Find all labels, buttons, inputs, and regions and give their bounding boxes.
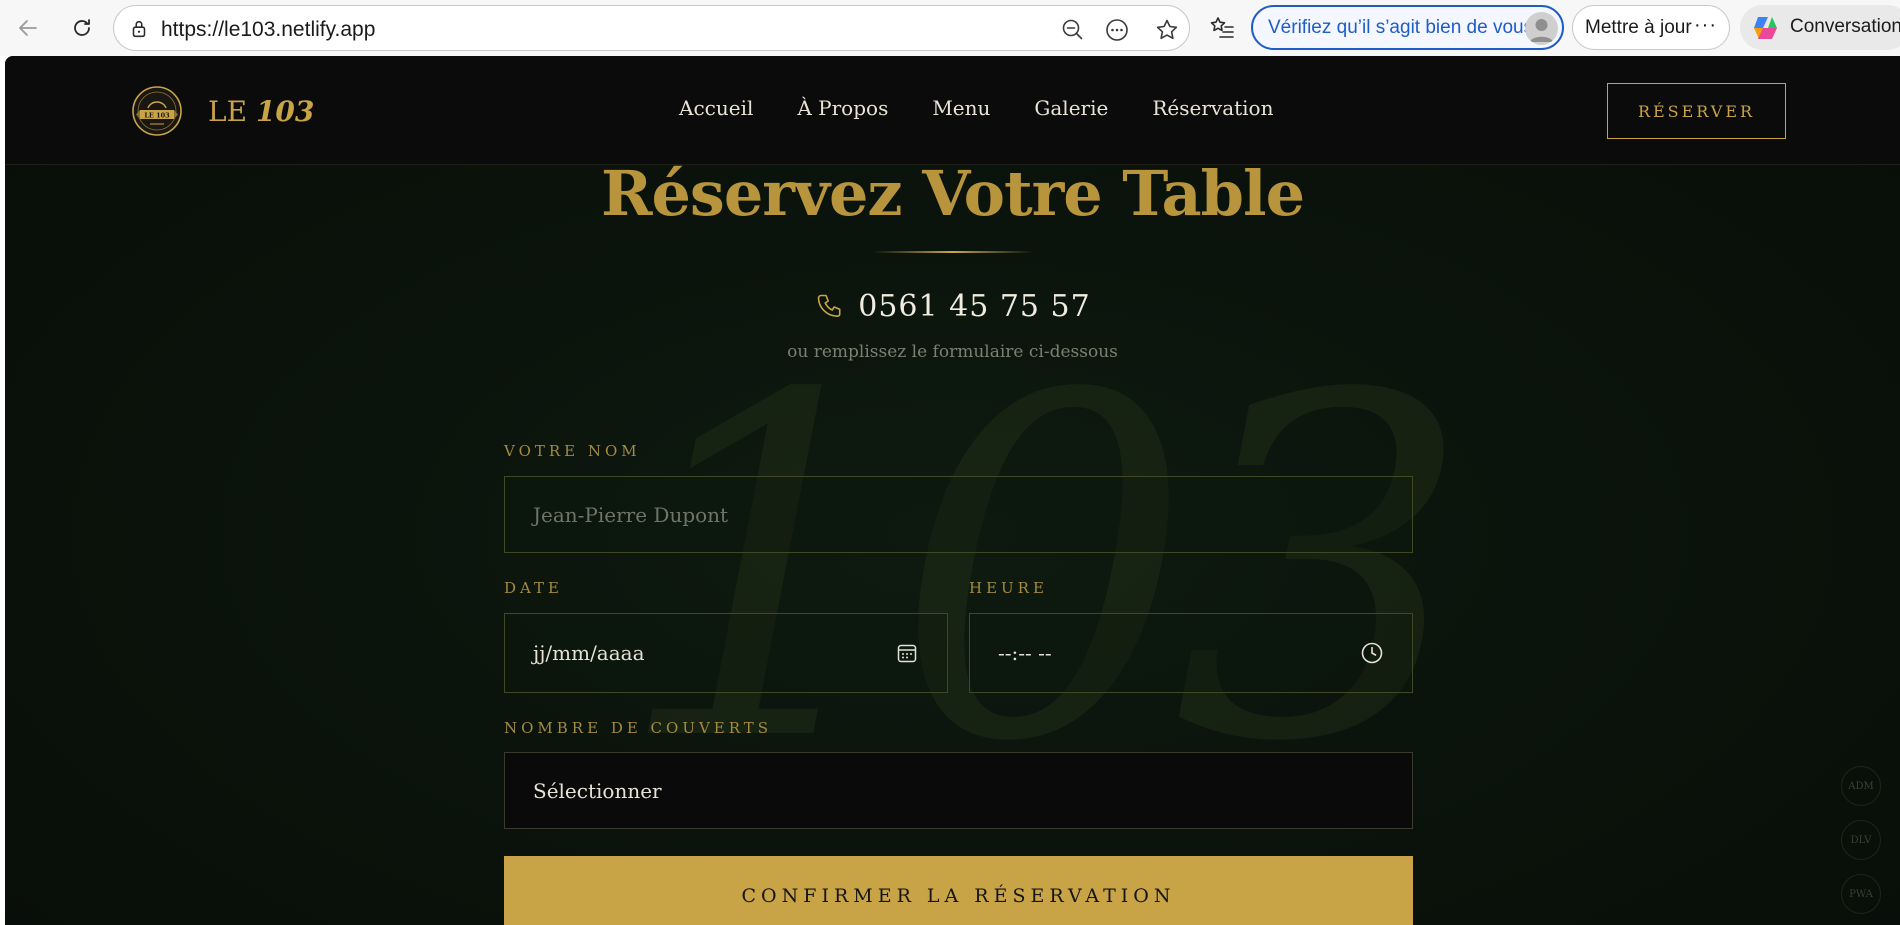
main-nav: Accueil À Propos Menu Galerie Réservatio… — [679, 96, 1273, 126]
date-field[interactable]: jj/mm/aaaa — [504, 613, 948, 693]
update-more-icon[interactable]: ··· — [1694, 14, 1717, 37]
phone-number[interactable]: 0561 45 75 57 — [858, 289, 1090, 324]
brand-number: 103 — [255, 95, 315, 128]
date-value: jj/mm/aaaa — [533, 641, 645, 665]
back-icon — [19, 20, 37, 36]
name-field[interactable]: Jean-Pierre Dupont — [504, 476, 1413, 553]
site-header: LE 103 LE 103 Accueil À Propos Menu Gale… — [5, 56, 1900, 165]
address-bar[interactable]: https://le103.netlify.app — [113, 5, 1190, 51]
url-text[interactable]: https://le103.netlify.app — [161, 18, 375, 42]
reserve-button[interactable]: RÉSERVER — [1607, 83, 1786, 139]
confirm-reservation-button[interactable]: CONFIRMER LA RÉSERVATION — [504, 856, 1413, 925]
form-subtext: ou remplissez le formulaire ci-dessous — [787, 342, 1118, 362]
nav-galerie[interactable]: Galerie — [1034, 96, 1108, 126]
nav-reservation[interactable]: Réservation — [1152, 96, 1273, 126]
refresh-icon — [74, 19, 90, 36]
date-label: DATE — [504, 579, 563, 597]
pwa-button[interactable]: PWA — [1841, 874, 1881, 914]
copilot-button[interactable]: Conversation — [1740, 5, 1900, 50]
name-placeholder: Jean-Pierre Dupont — [533, 502, 729, 527]
emblem-text: LE 103 — [144, 112, 170, 120]
nav-accueil[interactable]: Accueil — [679, 96, 753, 126]
time-label: HEURE — [969, 579, 1048, 597]
nav-menu[interactable]: Menu — [932, 96, 990, 126]
favorites-list-icon[interactable] — [1208, 14, 1236, 42]
time-field[interactable]: --:-- -- — [969, 613, 1413, 693]
verify-identity-button[interactable]: Vérifiez qu’il s’agit bien de vous — [1251, 5, 1564, 50]
clock-icon[interactable] — [1360, 641, 1384, 665]
name-label: VOTRE NOM — [504, 442, 641, 460]
profile-avatar-icon — [1525, 12, 1558, 45]
zoom-out-icon[interactable] — [1060, 17, 1086, 43]
copilot-label: Conversation — [1790, 16, 1900, 37]
phone-contact[interactable]: 0561 45 75 57 — [5, 284, 1900, 328]
page-viewport: 103 LE 103 LE 103 Accueil À Propos Menu … — [5, 56, 1900, 925]
page-title: Réservez Votre Table — [600, 157, 1305, 230]
update-button[interactable]: Mettre à jour ··· — [1572, 5, 1730, 50]
update-label: Mettre à jour — [1585, 17, 1692, 38]
guests-label: NOMBRE DE COUVERTS — [504, 719, 773, 737]
time-value: --:-- -- — [998, 641, 1052, 665]
calendar-icon[interactable] — [895, 641, 919, 665]
emblem-icon: LE 103 — [132, 86, 182, 136]
brand-logo[interactable]: LE 103 LE 103 — [130, 84, 340, 138]
lock-icon[interactable] — [128, 18, 150, 40]
refresh-button[interactable] — [66, 12, 98, 44]
guests-select[interactable]: Sélectionner — [504, 752, 1413, 829]
title-divider — [873, 251, 1033, 253]
more-actions-icon[interactable] — [1104, 17, 1130, 43]
back-button[interactable] — [12, 12, 44, 44]
brand-name: LE 103 — [208, 95, 314, 128]
phone-icon — [817, 294, 841, 317]
verify-label: Vérifiez qu’il s’agit bien de vous — [1268, 17, 1534, 38]
guests-value: Sélectionner — [533, 778, 662, 803]
adm-button[interactable]: ADM — [1841, 766, 1881, 806]
favorite-star-icon[interactable] — [1154, 17, 1180, 43]
nav-a-propos[interactable]: À Propos — [797, 96, 888, 126]
brand-prefix: LE — [208, 95, 248, 128]
dlv-button[interactable]: DLV — [1841, 820, 1881, 860]
browser-toolbar: https://le103.netlify.app Vérifiez qu’il… — [0, 0, 1900, 56]
copilot-icon — [1754, 17, 1777, 39]
